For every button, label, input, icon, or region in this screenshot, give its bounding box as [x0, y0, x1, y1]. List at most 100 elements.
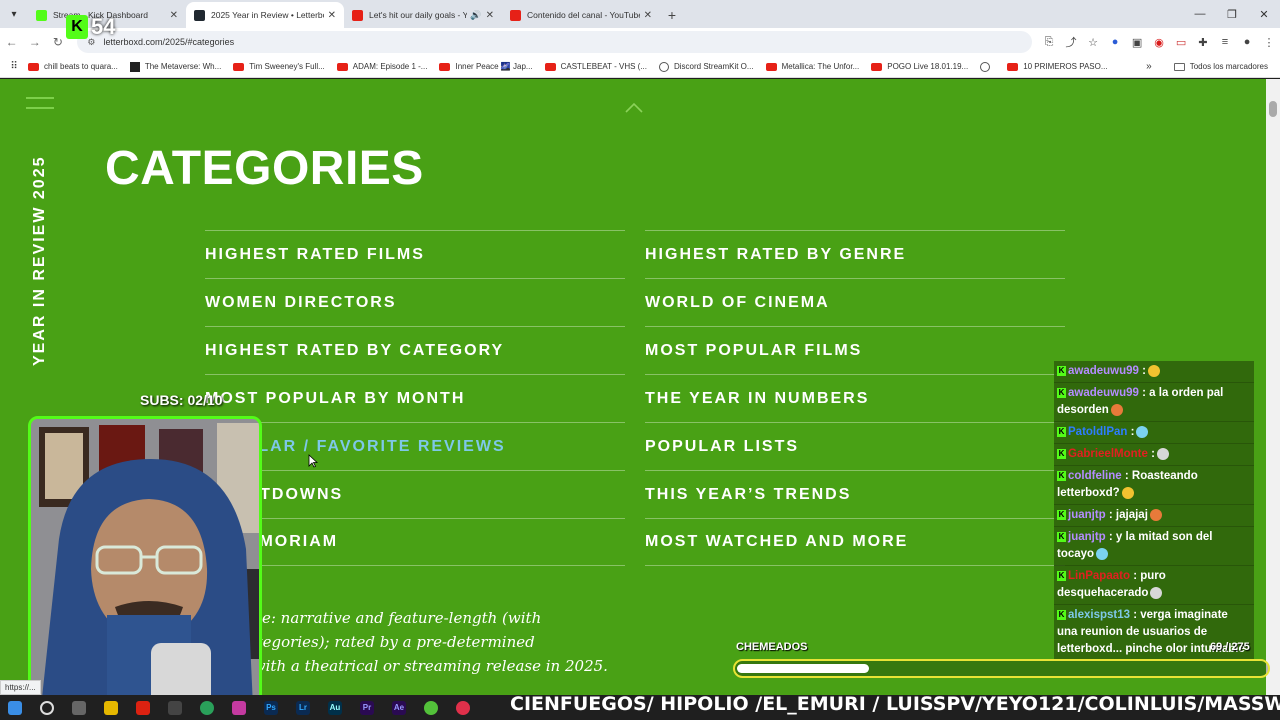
- bookmark-item[interactable]: [980, 61, 995, 72]
- new-tab-button[interactable]: +: [660, 2, 684, 28]
- explorer-icon[interactable]: [104, 700, 118, 715]
- all-bookmarks-link[interactable]: Todos los marcadores: [1190, 62, 1268, 71]
- chrome-icon[interactable]: [200, 700, 214, 715]
- category-link[interactable]: WORLD OF CINEMA: [645, 278, 1065, 326]
- category-link[interactable]: THE YEAR IN NUMBERS: [645, 374, 1065, 422]
- app-icon[interactable]: [456, 700, 470, 715]
- category-link[interactable]: COUNTDOWNS: [205, 470, 625, 518]
- category-link[interactable]: IN MEMORIAM: [205, 518, 625, 566]
- audition-icon[interactable]: Au: [328, 700, 342, 715]
- forward-icon[interactable]: →: [23, 30, 46, 54]
- task-view-icon[interactable]: [72, 700, 86, 715]
- goal-count: 69 / 275: [1210, 641, 1250, 653]
- after-effects-icon[interactable]: Ae: [392, 700, 406, 715]
- page-scrollbar[interactable]: [1266, 79, 1280, 695]
- note-line: ted categories); rated by a pre-determin…: [210, 633, 535, 651]
- category-link[interactable]: POPULAR LISTS: [645, 422, 1065, 470]
- extension-icon[interactable]: ●: [1104, 36, 1126, 48]
- bookmark-item[interactable]: 10 PRIMEROS PASO...: [1007, 62, 1108, 71]
- note-line: ; and with a theatrical or streaming rel…: [210, 657, 608, 675]
- search-icon[interactable]: [40, 700, 54, 715]
- back-icon[interactable]: ←: [0, 30, 23, 54]
- app-icon[interactable]: [136, 700, 150, 715]
- window-controls: — ❐ ✕: [1184, 0, 1280, 28]
- scroll-up-chevron-icon[interactable]: [624, 99, 644, 119]
- premiere-icon[interactable]: Pr: [360, 700, 374, 715]
- media-icon[interactable]: ≡: [1214, 36, 1236, 48]
- bookmark-item[interactable]: Discord StreamKit O...: [659, 61, 754, 72]
- menu-dots-icon[interactable]: ⋮: [1258, 36, 1280, 49]
- emote-icon: [1150, 586, 1163, 599]
- tab-favicon-icon: [194, 9, 205, 21]
- tab-favicon-icon: [510, 9, 521, 21]
- subs-counter: SUBS: 02/10: [140, 392, 223, 408]
- emote-icon: [1096, 547, 1109, 560]
- category-link[interactable]: MOST POPULAR BY MONTH: [205, 374, 625, 422]
- category-link[interactable]: THIS YEAR’S TRENDS: [645, 470, 1065, 518]
- install-icon[interactable]: ⎘: [1038, 36, 1060, 49]
- category-link[interactable]: POPULAR / FAVORITE REVIEWS: [205, 422, 625, 470]
- chat-username[interactable]: juanjtp: [1068, 509, 1106, 521]
- chat-username[interactable]: awadeuwu99: [1068, 387, 1139, 399]
- chat-username[interactable]: GabrieelMonte: [1068, 448, 1148, 460]
- extension-icon[interactable]: ▣: [1126, 36, 1148, 49]
- bookmark-item[interactable]: Metallica: The Unfor...: [765, 62, 859, 71]
- chat-username[interactable]: PatoldlPan: [1068, 426, 1127, 438]
- category-link[interactable]: HIGHEST RATED BY CATEGORY: [205, 326, 625, 374]
- share-icon[interactable]: ⤴: [1060, 34, 1082, 50]
- menu-hamburger-icon[interactable]: [26, 97, 54, 117]
- tab-close-icon[interactable]: ✕: [170, 10, 178, 21]
- extension-icon[interactable]: ◉: [1148, 36, 1170, 49]
- profile-avatar[interactable]: ●: [1236, 36, 1258, 48]
- minimize-icon[interactable]: —: [1184, 0, 1216, 28]
- apps-grid-icon[interactable]: ⠿: [0, 61, 28, 72]
- chat-username[interactable]: coldfeline: [1068, 470, 1122, 482]
- category-link[interactable]: WOMEN DIRECTORS: [205, 278, 625, 326]
- tab-close-icon[interactable]: ✕: [644, 10, 652, 21]
- chat-username[interactable]: alexispst13: [1068, 609, 1130, 621]
- note-line: must be: narrative and feature-length (w…: [210, 609, 542, 627]
- bookmark-item[interactable]: The Metaverse: Wh...: [129, 61, 221, 72]
- bookmark-star-icon[interactable]: ☆: [1082, 36, 1104, 49]
- goal-progress-bar: [733, 659, 1270, 678]
- category-link[interactable]: MOST POPULAR FILMS: [645, 326, 1065, 374]
- square-icon: [129, 61, 140, 72]
- tab-close-icon[interactable]: ✕: [486, 10, 494, 21]
- speaker-icon[interactable]: 🔊: [470, 10, 481, 21]
- browser-tab[interactable]: Let's hit our daily goals - YouTube🔊 ✕: [344, 2, 502, 28]
- close-icon[interactable]: ✕: [1248, 0, 1280, 28]
- emote-icon: [1136, 425, 1149, 438]
- emote-icon: [1156, 447, 1169, 460]
- youtube-icon: [1007, 62, 1019, 71]
- chat-username[interactable]: awadeuwu99: [1068, 365, 1139, 377]
- tab-close-icon[interactable]: ✕: [328, 10, 336, 21]
- lightroom-icon[interactable]: Lr: [296, 700, 310, 715]
- url-input[interactable]: ⚙ letterboxd.com/2025/#categories: [77, 31, 1033, 53]
- extensions-puzzle-icon[interactable]: ✚: [1192, 36, 1214, 49]
- chat-username[interactable]: juanjtp: [1068, 531, 1106, 543]
- bookmark-item[interactable]: Tim Sweeney's Full...: [233, 62, 325, 71]
- bookmark-item[interactable]: CASTLEBEAT - VHS (...: [544, 62, 647, 71]
- extension-icon[interactable]: ▭: [1170, 36, 1192, 49]
- category-link[interactable]: MOST WATCHED AND MORE: [645, 518, 1065, 566]
- restore-icon[interactable]: ❐: [1216, 0, 1248, 28]
- youtube-icon: [439, 62, 451, 71]
- bookmark-label: ADAM: Episode 1 -...: [352, 62, 428, 71]
- bookmark-item[interactable]: POGO Live 18.01.19...: [871, 62, 968, 71]
- bookmark-item[interactable]: ADAM: Episode 1 -...: [336, 62, 428, 71]
- kick-badge-icon: K: [1057, 509, 1066, 520]
- photoshop-icon[interactable]: Ps: [264, 700, 278, 715]
- category-link[interactable]: HIGHEST RATED BY GENRE: [645, 230, 1065, 278]
- bookmarks-overflow-icon[interactable]: »: [1146, 61, 1152, 72]
- tab-search-icon[interactable]: ▾: [0, 0, 28, 28]
- app-icon[interactable]: [168, 700, 182, 715]
- app-icon[interactable]: [424, 700, 438, 715]
- chat-username[interactable]: LinPapaato: [1068, 570, 1130, 582]
- browser-tab[interactable]: Contenido del canal - YouTube Studio ✕: [502, 2, 660, 28]
- windows-start-icon[interactable]: [8, 700, 22, 715]
- app-icon[interactable]: [232, 700, 246, 715]
- browser-tab[interactable]: 2025 Year in Review • Letterboxd ✕: [186, 2, 344, 28]
- bookmark-item[interactable]: Inner Peace 🌌 Jap...: [439, 62, 533, 71]
- category-link[interactable]: HIGHEST RATED FILMS: [205, 230, 625, 278]
- bookmark-item[interactable]: chill beats to quara...: [28, 62, 118, 71]
